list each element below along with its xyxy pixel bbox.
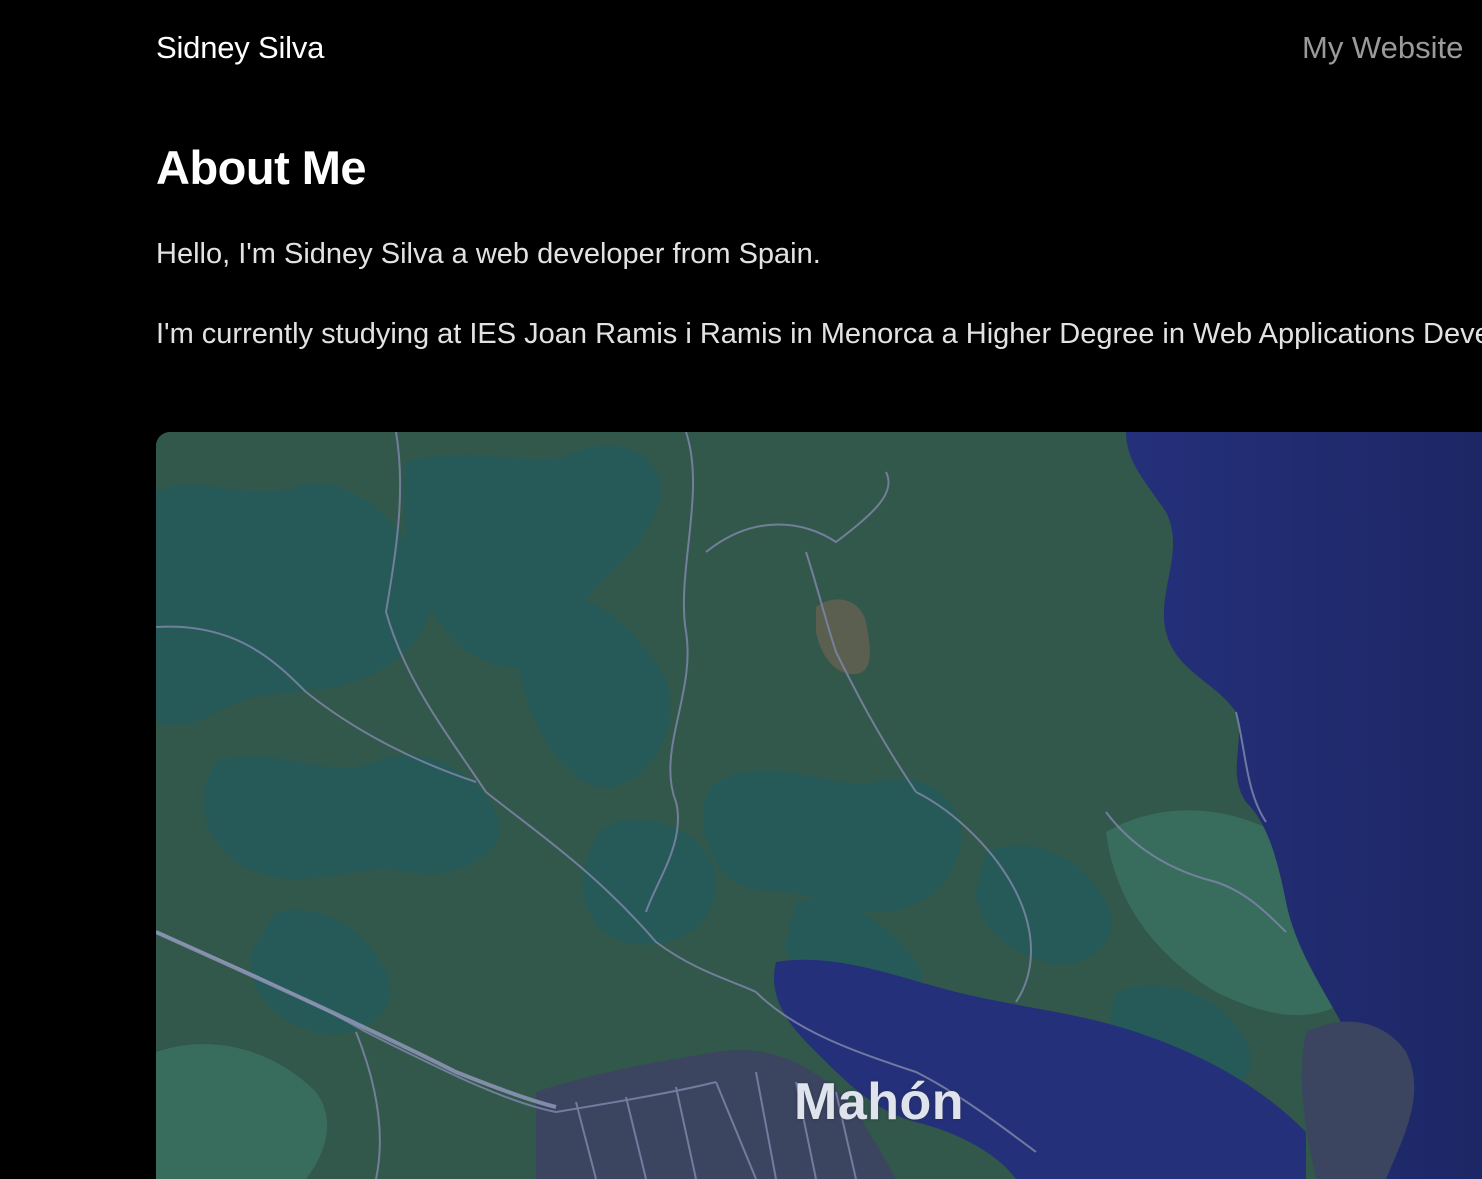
site-name-link[interactable]: Sidney Silva xyxy=(156,30,324,66)
map-terrain xyxy=(156,432,1482,1179)
page-title: About Me xyxy=(156,141,367,194)
nav-my-website-link[interactable]: My Website xyxy=(1302,30,1463,66)
map-place-label: Mahón xyxy=(794,1073,965,1131)
map-view[interactable]: Mahón xyxy=(156,432,1482,1179)
study-paragraph: I'm currently studying at IES Joan Ramis… xyxy=(156,318,1482,350)
intro-paragraph: Hello, I'm Sidney Silva a web developer … xyxy=(156,238,821,270)
